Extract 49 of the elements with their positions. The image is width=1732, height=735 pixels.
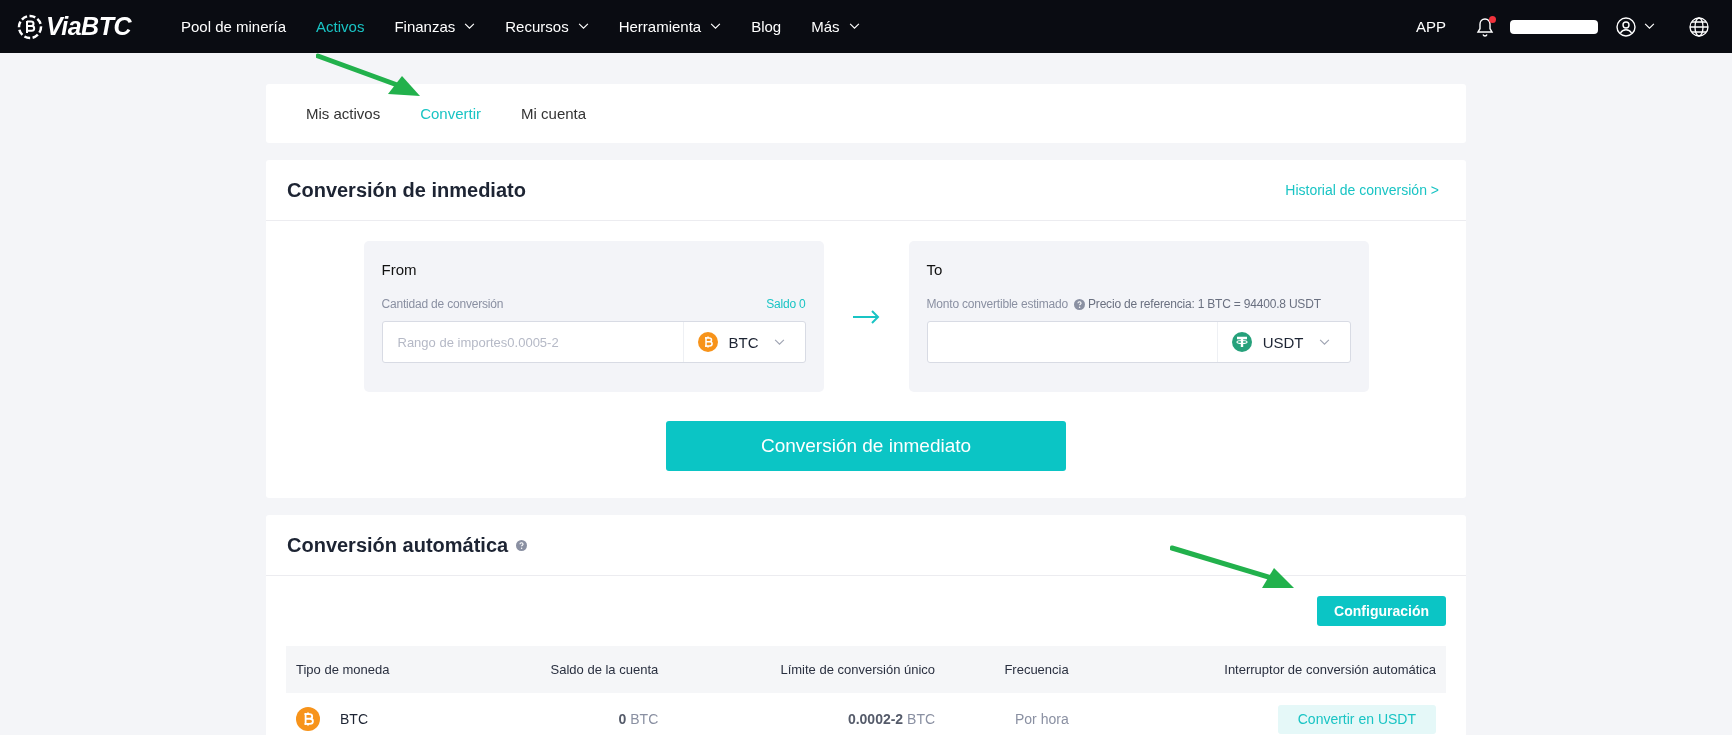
chevron-down-icon: [577, 23, 589, 30]
currency-name: BTC: [340, 711, 368, 727]
nav-item[interactable]: Pool de minería: [181, 18, 287, 35]
chevron-down-icon: [1318, 338, 1330, 346]
balance-text: Saldo 0: [766, 297, 806, 311]
balance-cell: 0 BTC: [618, 711, 659, 727]
user-icon[interactable]: [1616, 16, 1636, 37]
nav-item[interactable]: Herramienta: [618, 18, 722, 35]
bell-icon[interactable]: [1476, 16, 1494, 37]
limit-cell: 0.0002-2 BTC: [847, 711, 936, 727]
chevron-down-icon: [710, 23, 722, 30]
nav-item[interactable]: Recursos: [505, 18, 589, 35]
column-header: Saldo de la cuenta: [465, 646, 669, 693]
globe-icon[interactable]: [1689, 16, 1709, 37]
logo-icon: [17, 13, 43, 40]
chevron-down-icon: [464, 23, 476, 30]
bitcoin-icon: [296, 707, 320, 731]
section-title: Conversión de inmediato: [287, 178, 526, 202]
chevron-down-icon: [848, 23, 860, 30]
currency-selector[interactable]: BTC: [682, 322, 805, 362]
field-label: Cantidad de conversión: [381, 297, 504, 311]
amount-input-field[interactable]: Rango de importes0.0005-2 BTC: [381, 321, 806, 363]
column-header: Tipo de moneda: [286, 646, 466, 693]
tab[interactable]: Mi cuenta: [521, 105, 587, 122]
nav-item[interactable]: Blog: [751, 18, 782, 35]
nav-item[interactable]: Finanzas: [394, 18, 476, 35]
panel-label: To: [926, 261, 943, 278]
nav-item[interactable]: Más: [811, 18, 860, 35]
column-header: Interruptor de conversión automática: [1078, 646, 1446, 693]
nav-item[interactable]: Activos: [316, 18, 365, 35]
app-link[interactable]: APP: [1416, 18, 1446, 35]
logo-text: ViaBTC: [46, 12, 131, 41]
tether-icon: [1231, 332, 1252, 352]
reference-price: Precio de referencia: 1 BTC = 94400.8 USDT: [1088, 297, 1321, 311]
column-header: Límite de conversión único: [668, 646, 946, 693]
panel-label: From: [381, 261, 417, 278]
frequency-cell: Por hora: [1015, 711, 1069, 727]
chevron-down-icon: [1644, 23, 1655, 30]
help-icon[interactable]: [516, 539, 528, 551]
estimated-amount-field[interactable]: USDT: [926, 321, 1351, 363]
bitcoin-icon: [697, 332, 718, 352]
tab[interactable]: Mis activos: [306, 105, 381, 122]
section-title: Conversión automática: [287, 533, 509, 557]
field-label: Monto convertible estimado: [926, 297, 1069, 311]
currency-selector[interactable]: USDT: [1216, 322, 1350, 362]
chevron-down-icon: [773, 338, 785, 346]
arrow-right-icon: [852, 309, 880, 324]
column-header: Frecuencia: [945, 646, 1079, 693]
help-icon[interactable]: [1074, 298, 1086, 310]
